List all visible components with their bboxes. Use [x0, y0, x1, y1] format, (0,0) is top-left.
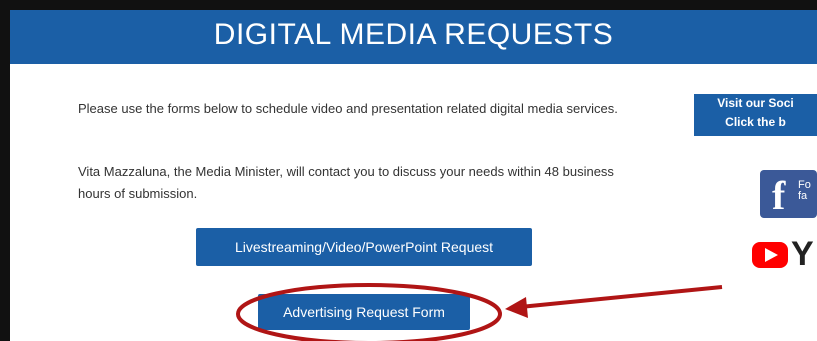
annotation-arrowhead: [505, 297, 528, 318]
annotation-arrow-line: [519, 285, 723, 309]
window-frame: DIGITAL MEDIA REQUESTS Please use the fo…: [0, 0, 817, 341]
annotation-overlay: [236, 283, 723, 341]
annotation-circle: [236, 283, 502, 341]
